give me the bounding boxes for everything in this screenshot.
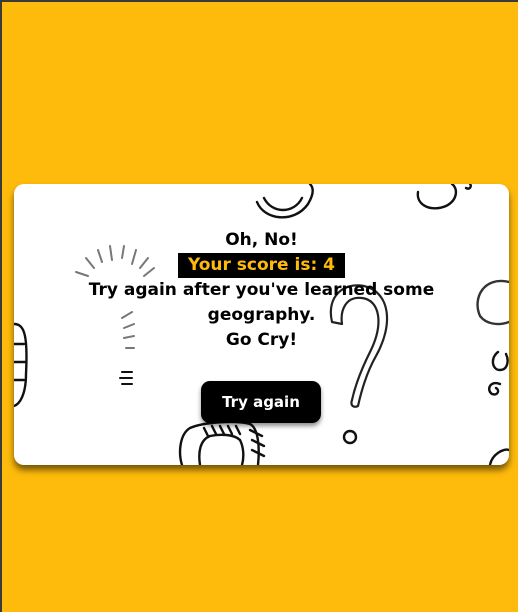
window-frame-left [0,0,2,612]
result-heading: Oh, No! [225,230,298,250]
score-line: Your score is: 4 [14,253,509,278]
result-card: Oh, No! Your score is: 4 Try again after… [14,184,509,465]
score-badge: Your score is: 4 [177,253,346,278]
try-again-button[interactable]: Try again [201,381,321,423]
result-message: Try again after you've learned some geog… [88,280,435,325]
result-message-block: Oh, No! Your score is: 4 Try again after… [14,228,509,353]
result-sub-message: Go Cry! [225,330,298,350]
window-frame-top [0,0,518,2]
